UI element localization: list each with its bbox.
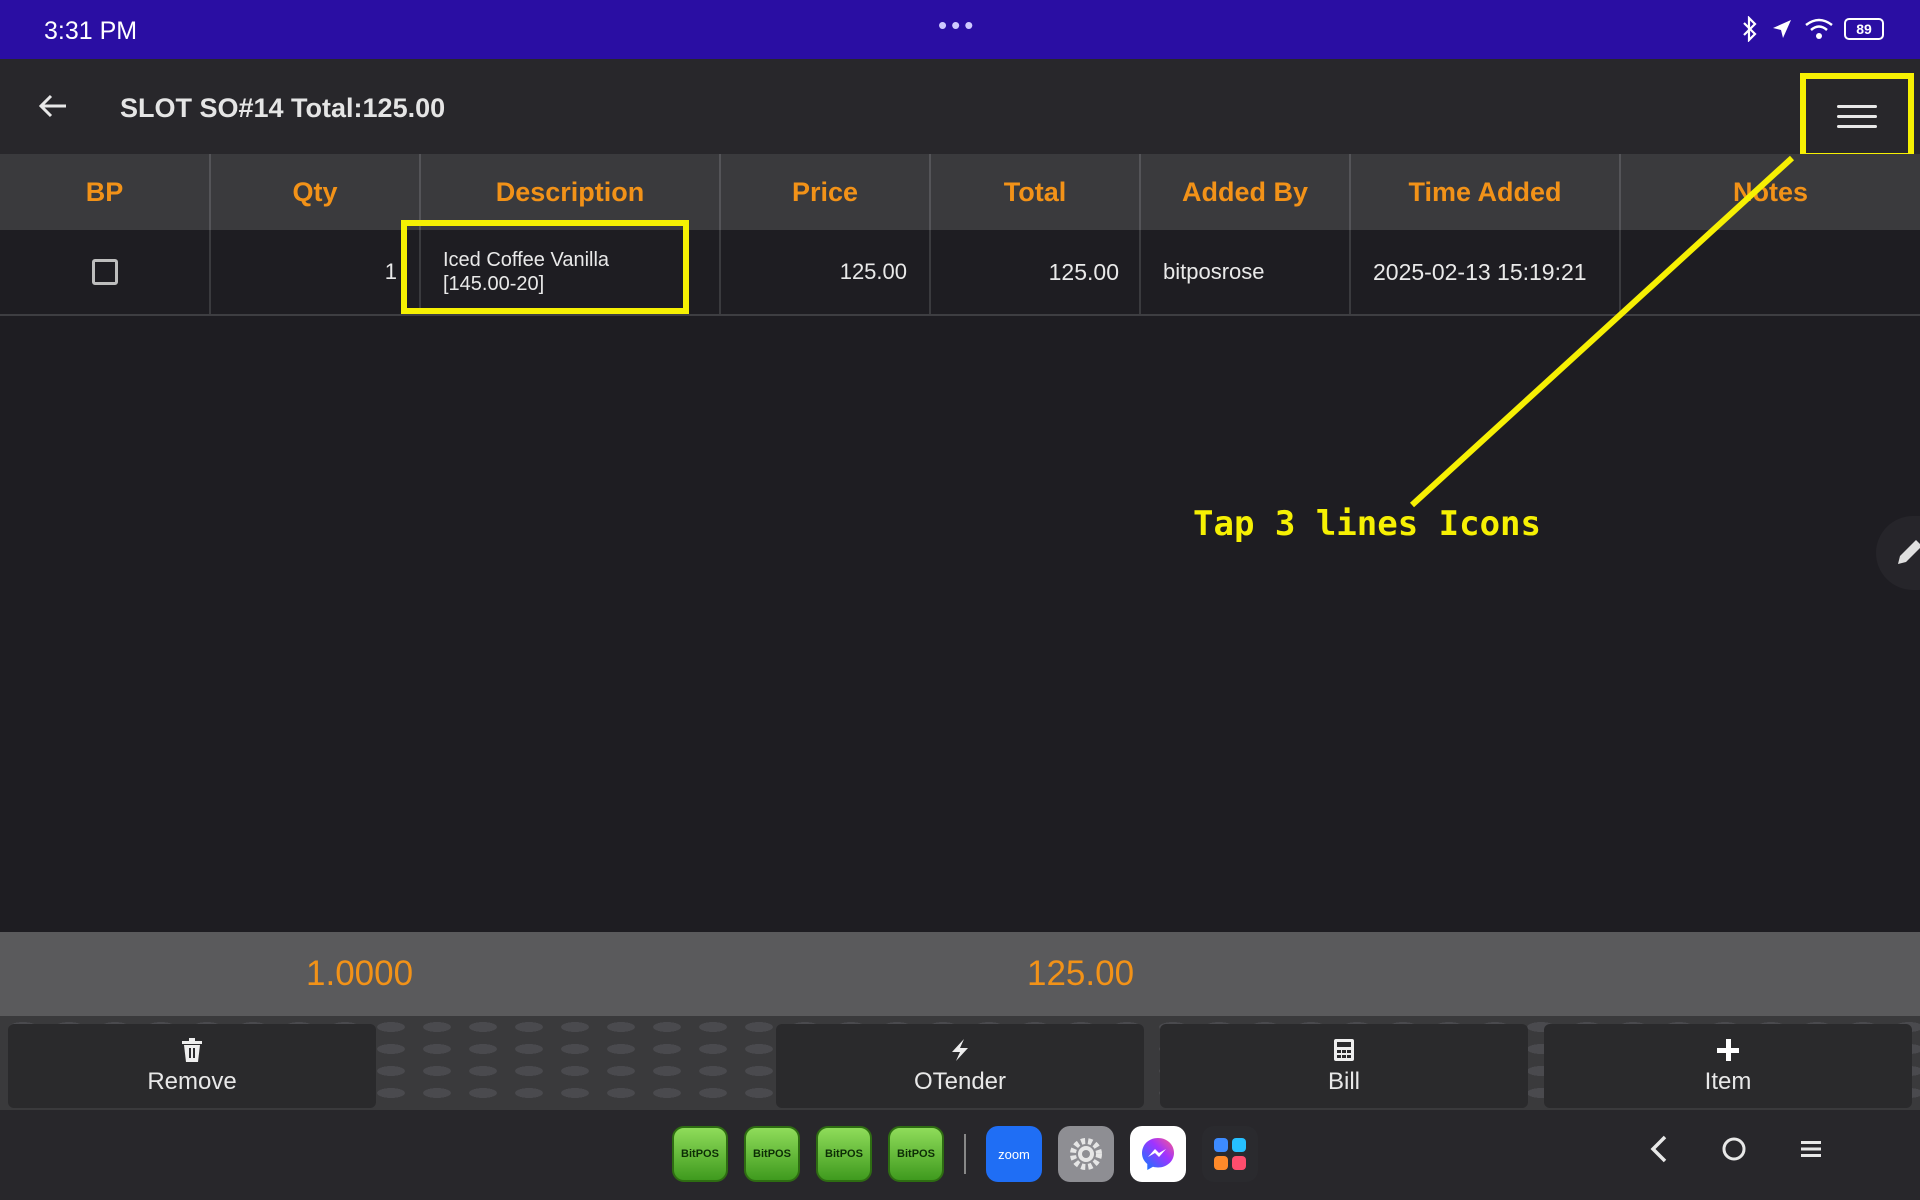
pencil-icon (1898, 540, 1920, 564)
totals-bar: 1.0000 125.00 (0, 932, 1920, 1016)
dock-separator (964, 1134, 966, 1174)
navigation-bar: BitPOS BitPOS BitPOS BitPOS zoom (0, 1110, 1920, 1200)
nav-back-icon[interactable] (1648, 1134, 1670, 1164)
item-button[interactable]: Item (1544, 1024, 1912, 1108)
total-amount: 125.00 (1027, 954, 1135, 993)
item-label: Item (1704, 1068, 1752, 1095)
nav-home-icon[interactable] (1720, 1135, 1748, 1163)
trash-icon (182, 1038, 202, 1062)
system-nav-keys (1648, 1134, 1824, 1164)
plus-icon (1717, 1039, 1739, 1061)
total-qty: 1.0000 (306, 954, 414, 993)
bill-label: Bill (1327, 1068, 1360, 1095)
bitpos-attendance-app-icon[interactable]: BitPOS (816, 1126, 872, 1182)
gear-icon (1070, 1138, 1102, 1170)
bitpos-app-icon[interactable]: BitPOS (744, 1126, 800, 1182)
app-drawer-icon[interactable] (1202, 1126, 1258, 1182)
messenger-icon (1142, 1138, 1174, 1170)
lightning-icon (952, 1039, 968, 1061)
remove-label: Remove (147, 1068, 237, 1095)
otender-label: OTender (913, 1068, 1007, 1095)
annotation-text: Tap 3 lines Icons (1193, 504, 1541, 544)
bill-button[interactable]: Bill (1160, 1024, 1528, 1108)
bitpos-app-icon[interactable]: BitPOS (888, 1126, 944, 1182)
settings-app-icon[interactable] (1058, 1126, 1114, 1182)
bitpos-app-icon[interactable]: BitPOS (672, 1126, 728, 1182)
remove-button[interactable]: Remove (8, 1024, 376, 1108)
calculator-icon (1334, 1039, 1354, 1061)
action-bar: Remove OTender Bill Item (0, 1016, 1920, 1110)
zoom-app-icon[interactable]: zoom (986, 1126, 1042, 1182)
grid-apps-icon (1214, 1138, 1246, 1170)
nav-recents-icon[interactable] (1798, 1136, 1824, 1162)
otender-button[interactable]: OTender (776, 1024, 1144, 1108)
app-dock: BitPOS BitPOS BitPOS BitPOS zoom (672, 1126, 1258, 1182)
messenger-app-icon[interactable] (1130, 1126, 1186, 1182)
